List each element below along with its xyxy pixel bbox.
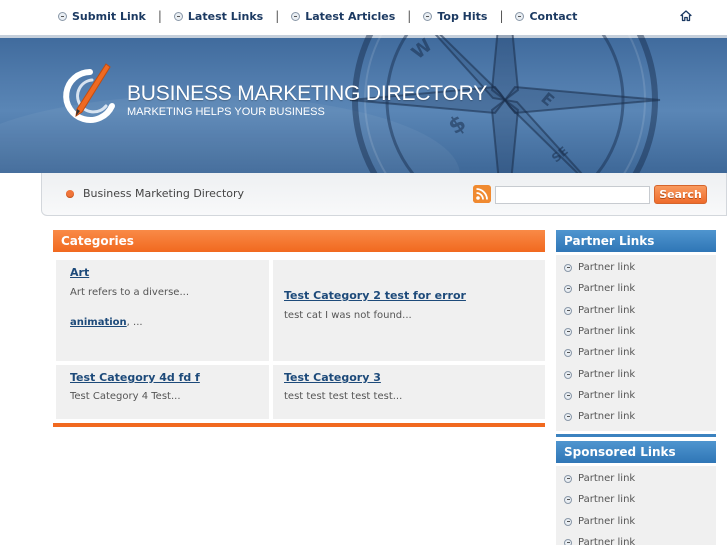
nav-contact[interactable]: Contact	[515, 10, 577, 23]
partner-links-list: Partner link Partner link Partner link P…	[556, 255, 716, 431]
logo-icon	[63, 63, 115, 123]
site-title: BUSINESS MARKETING DIRECTORY	[127, 82, 488, 105]
nav-separator: |	[275, 9, 280, 23]
partner-links-divider	[556, 434, 716, 437]
partner-link-label: Partner link	[578, 326, 636, 337]
category-link[interactable]: Test Category 4d fd f	[70, 371, 200, 384]
sponsored-link-label: Partner link	[578, 537, 636, 545]
phone-icon	[515, 11, 525, 21]
partner-links-title: Partner Links	[564, 234, 655, 248]
phone-icon	[564, 412, 572, 421]
phone-icon	[564, 327, 572, 336]
subcategory-list: animation, ...	[70, 317, 143, 328]
partner-link-label: Partner link	[578, 305, 636, 316]
partner-link[interactable]: Partner link	[564, 283, 635, 294]
page: Submit Link | Latest Links | Latest Articl…	[0, 0, 727, 545]
category-description: test test test test test...	[284, 391, 403, 402]
category-description: Art refers to a diverse...	[70, 287, 189, 298]
category-link[interactable]: Art	[70, 266, 89, 279]
search-button[interactable]: Search	[654, 185, 707, 204]
nav-separator: |	[499, 9, 504, 23]
subcategory-more: , ...	[126, 317, 143, 328]
svg-text:$: $	[444, 111, 471, 140]
sponsored-link[interactable]: Partner link	[564, 494, 635, 505]
category-description: test cat I was not found...	[284, 310, 412, 321]
category-link[interactable]: Test Category 2 test for error	[284, 289, 466, 302]
home-icon[interactable]	[680, 10, 692, 22]
categories-footer-bar	[53, 423, 545, 427]
phone-icon	[564, 284, 572, 293]
phone-icon	[423, 11, 433, 21]
sponsored-link-label: Partner link	[578, 516, 636, 527]
category-cell: Art Art refers to a diverse... animation…	[56, 260, 269, 361]
partner-link-label: Partner link	[578, 262, 636, 273]
phone-icon	[173, 11, 183, 21]
top-nav-list: Submit Link | Latest Links | Latest Articl…	[58, 9, 577, 23]
sponsored-links-box: Sponsored Links Partner link Partner lin…	[556, 441, 716, 545]
categories-panel: Categories Art Art refers to a diverse..…	[53, 230, 545, 428]
partner-links-box: Partner Links Partner link Partner link …	[556, 230, 716, 437]
sponsored-link-label: Partner link	[578, 473, 636, 484]
phone-icon	[564, 370, 572, 379]
partner-link[interactable]: Partner link	[564, 411, 635, 422]
phone-icon	[564, 538, 572, 545]
phone-icon	[564, 391, 572, 400]
phone-icon	[564, 306, 572, 315]
sponsored-link[interactable]: Partner link	[564, 473, 635, 484]
partner-link-label: Partner link	[578, 283, 636, 294]
sponsored-links-title: Sponsored Links	[564, 445, 676, 459]
bullet-icon	[66, 190, 74, 198]
nav-label: Submit Link	[72, 9, 146, 23]
category-cell: Test Category 4d fd f Test Category 4 Te…	[56, 365, 269, 419]
category-link[interactable]: Test Category 3	[284, 371, 381, 384]
search-bar-row: Business Marketing Directory Search	[41, 173, 727, 216]
sponsored-link[interactable]: Partner link	[564, 537, 635, 545]
nav-latest-links[interactable]: Latest Links |	[173, 9, 291, 23]
partner-link[interactable]: Partner link	[564, 262, 635, 273]
nav-separator: |	[407, 9, 412, 23]
nav-label: Latest Links	[187, 9, 264, 23]
breadcrumb[interactable]: Business Marketing Directory	[83, 187, 244, 200]
categories-title: Categories	[61, 234, 134, 248]
search-input[interactable]	[495, 186, 650, 204]
nav-submit-link[interactable]: Submit Link |	[58, 9, 174, 23]
category-cell: Test Category 3 test test test test test…	[273, 365, 545, 419]
sponsored-link-label: Partner link	[578, 494, 636, 505]
nav-latest-articles[interactable]: Latest Articles |	[291, 9, 423, 23]
phone-icon	[58, 11, 67, 21]
sponsored-link[interactable]: Partner link	[564, 516, 635, 527]
partner-link-label: Partner link	[578, 390, 636, 401]
partner-link[interactable]: Partner link	[564, 369, 635, 380]
nav-top-hits[interactable]: Top Hits |	[423, 9, 515, 23]
nav-separator: |	[157, 9, 162, 23]
partner-link-label: Partner link	[578, 411, 636, 422]
phone-icon	[291, 11, 301, 21]
partner-links-header: Partner Links	[556, 230, 716, 252]
subcategory-link[interactable]: animation	[70, 317, 127, 328]
partner-link[interactable]: Partner link	[564, 390, 635, 401]
partner-link[interactable]: Partner link	[564, 347, 635, 358]
category-cell: Test Category 2 test for error test cat …	[273, 260, 545, 361]
rss-icon[interactable]	[473, 185, 491, 203]
nav-label: Top Hits	[437, 9, 488, 23]
phone-icon	[564, 263, 572, 272]
top-nav: Submit Link | Latest Links | Latest Articl…	[0, 0, 727, 34]
nav-label: Latest Articles	[305, 9, 396, 23]
phone-icon	[564, 495, 572, 504]
partner-link-label: Partner link	[578, 369, 636, 380]
category-description: Test Category 4 Test...	[70, 391, 181, 402]
phone-icon	[564, 517, 572, 526]
phone-icon	[564, 474, 572, 483]
partner-link[interactable]: Partner link	[564, 326, 635, 337]
svg-text:W: W	[408, 35, 437, 64]
nav-label: Contact	[529, 9, 578, 23]
partner-link[interactable]: Partner link	[564, 305, 635, 316]
categories-header: Categories	[53, 230, 545, 252]
partner-link-label: Partner link	[578, 347, 636, 358]
sponsored-links-header: Sponsored Links	[556, 441, 716, 463]
header-banner: W E $ SE BUSINESS MARKETING DIRECTORY MA…	[0, 35, 727, 173]
site-tagline: MARKETING HELPS YOUR BUSINESS	[127, 106, 325, 118]
sponsored-links-list: Partner link Partner link Partner link P…	[556, 466, 716, 545]
phone-icon	[564, 348, 572, 357]
